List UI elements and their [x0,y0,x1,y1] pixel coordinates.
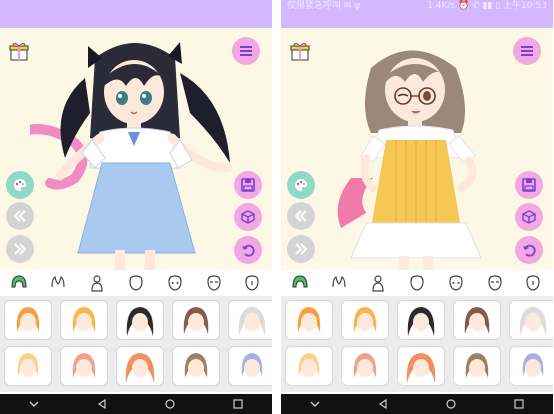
cube-icon [241,210,255,224]
hair-option[interactable] [397,346,445,386]
save-icon [522,178,536,192]
status-left: 仅限紧急呼叫 ✉ ψ [287,1,361,11]
hamburger-menu-icon [240,46,252,56]
undo-button[interactable] [515,236,543,264]
palette-button[interactable] [287,171,315,199]
character-preview [337,50,482,270]
home-icon[interactable] [445,398,457,410]
hair-option[interactable] [4,300,52,340]
category-body-icon[interactable] [367,272,389,294]
hair-option[interactable] [453,346,501,386]
fast-forward-icon [295,243,308,255]
hair-option[interactable] [60,346,108,386]
menu-button[interactable] [232,37,260,65]
undo-button[interactable] [234,236,262,264]
hair-option[interactable] [453,300,501,340]
app-screenshot-pair: 仅限紧急呼叫 ✉ ψ 1.4K/s ⏰ ✆ ▮▮ ▯ 上午10:53 [0,0,554,414]
hair-option[interactable] [341,346,389,386]
status-bar [0,0,272,28]
rewind-button[interactable] [6,202,34,230]
hamburger-menu-icon [521,46,533,56]
menu-button[interactable] [513,37,541,65]
left-phone-screen [0,0,272,414]
cube-button[interactable] [234,203,262,231]
hair-option[interactable] [228,346,272,386]
category-eyes-icon[interactable] [164,272,186,294]
hair-option[interactable] [172,300,220,340]
cube-button[interactable] [515,203,543,231]
category-bar [0,270,272,296]
hair-swatch-grid [0,296,272,392]
hair-option[interactable] [116,346,164,386]
hair-option[interactable] [60,300,108,340]
character-preview [30,42,233,270]
recents-icon[interactable] [513,398,525,410]
back-icon[interactable] [96,398,108,410]
gift-icon[interactable] [8,40,30,62]
category-bar [281,270,553,296]
palette-icon [295,179,307,191]
android-nav-bar [281,394,553,414]
gift-icon[interactable] [289,40,311,62]
hair-option[interactable] [116,300,164,340]
hair-swatch-grid [281,296,553,392]
hair-option[interactable] [397,300,445,340]
palette-icon [14,179,26,191]
category-hair-accessory-icon[interactable] [47,272,69,294]
hair-option[interactable] [285,346,333,386]
hair-option[interactable] [172,346,220,386]
chevron-down-icon[interactable] [28,398,40,410]
recents-icon[interactable] [232,398,244,410]
category-eyebrows-icon[interactable] [484,272,506,294]
hair-option[interactable] [4,346,52,386]
home-icon[interactable] [164,398,176,410]
save-button[interactable] [515,171,543,199]
category-body-icon[interactable] [86,272,108,294]
back-icon[interactable] [377,398,389,410]
fast-forward-button[interactable] [287,235,315,263]
save-icon [241,178,255,192]
category-hair-front-icon[interactable] [8,272,30,294]
cube-icon [522,210,536,224]
category-mouth-icon[interactable] [522,272,544,294]
character-stage [281,28,553,270]
category-hair-accessory-icon[interactable] [328,272,350,294]
hair-option[interactable] [228,300,272,340]
category-hair-front-icon[interactable] [289,272,311,294]
status-bar: 仅限紧急呼叫 ✉ ψ 1.4K/s ⏰ ✆ ▮▮ ▯ 上午10:53 [281,0,553,28]
character-stage [0,28,272,270]
hair-option[interactable] [341,300,389,340]
chevron-down-icon[interactable] [309,398,321,410]
save-button[interactable] [234,171,262,199]
fast-forward-icon [14,243,27,255]
category-face-shape-icon[interactable] [125,272,147,294]
palette-button[interactable] [6,171,34,199]
undo-icon [242,244,255,257]
hair-option[interactable] [509,300,553,340]
status-right: 1.4K/s ⏰ ✆ ▮▮ ▯ 上午10:53 [427,1,547,11]
rewind-icon [294,210,307,222]
category-eyes-icon[interactable] [445,272,467,294]
category-eyebrows-icon[interactable] [203,272,225,294]
hair-option[interactable] [285,300,333,340]
category-face-shape-icon[interactable] [406,272,428,294]
screen-divider [272,0,281,414]
fast-forward-button[interactable] [6,235,34,263]
undo-icon [523,244,536,257]
rewind-button[interactable] [287,202,315,230]
category-mouth-icon[interactable] [241,272,263,294]
right-phone-screen: 仅限紧急呼叫 ✉ ψ 1.4K/s ⏰ ✆ ▮▮ ▯ 上午10:53 [281,0,553,414]
rewind-icon [13,210,26,222]
android-nav-bar [0,394,272,414]
hair-option[interactable] [509,346,553,386]
